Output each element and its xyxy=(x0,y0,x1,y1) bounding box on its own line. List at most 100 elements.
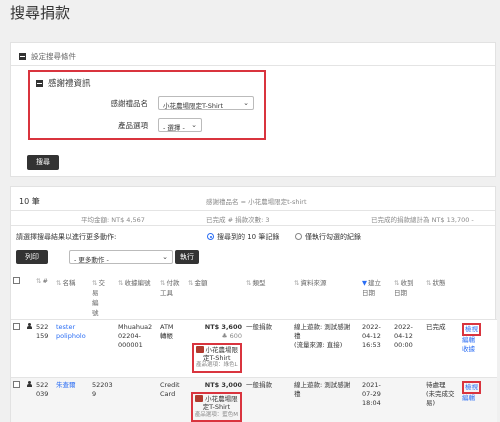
row-amount-cell: NT$ 3,000 小花農場限 定T-Shirt 產品選項：藍色M xyxy=(186,377,244,422)
row-person-cell xyxy=(23,377,34,422)
row-actions: 檢視 編輯 收據 xyxy=(460,319,497,378)
row-receipt xyxy=(116,377,158,422)
row-receipt: Mhuahua2 02204- 000001 xyxy=(116,319,158,378)
sort-icon: ⇅ xyxy=(394,279,400,287)
radio-selected-icon[interactable] xyxy=(207,233,214,240)
bulk-action-prompt: 請選擇搜尋結果以進行更多動作: xyxy=(16,233,117,241)
view-link[interactable]: 檢視 xyxy=(465,383,478,391)
col-pay[interactable]: ⇅付款 工具 xyxy=(158,275,186,320)
row-id: 522 159 xyxy=(34,319,54,378)
table-row: 522 039 朱查爾 52203 9 Credit Card NT$ 3,00… xyxy=(11,377,497,422)
collapse-icon[interactable] xyxy=(19,53,26,60)
col-amount[interactable]: ⇅金額 xyxy=(186,275,244,320)
gift-option: 產品選項：綠色L xyxy=(195,362,238,369)
row-amount-cell: NT$ 3,600 ♣ 600 小花農場限 定T-Shirt 產品選項：綠色L xyxy=(186,319,244,378)
gift-option: 產品選項：藍色M xyxy=(194,411,238,418)
sort-icon: ⇅ xyxy=(294,279,300,287)
person-icon xyxy=(27,323,32,330)
completed-count: 已完成 # 捐款次數: 3 xyxy=(206,216,270,224)
gift-name-value: 小花農場限定T-Shirt xyxy=(163,102,223,110)
edit-link[interactable]: 編輯 xyxy=(462,336,475,344)
row-select-cell xyxy=(11,377,23,422)
col-source[interactable]: ⇅資料來源 xyxy=(292,275,360,320)
result-count: 10 筆 xyxy=(19,197,40,206)
col-actions xyxy=(460,275,497,320)
row-received: 2022- 04-12 00:00 xyxy=(392,319,424,378)
chevron-down-icon: ⌄ xyxy=(191,121,197,129)
results-panel: 10 筆 感謝禮品名 = 小花農場限定t-shirt 平均金額: NT$ 4,5… xyxy=(10,186,497,422)
execute-button[interactable]: 執行 xyxy=(175,250,199,264)
search-criteria-title: 設定搜尋條件 xyxy=(31,52,76,61)
collapse-icon[interactable] xyxy=(36,79,43,87)
divider xyxy=(11,225,495,226)
sort-icon: ⇅ xyxy=(118,279,124,287)
row-tx: 52203 9 xyxy=(90,377,116,422)
gift-info-box: 感謝禮資訊 感謝禮品名 小花農場限定T-Shirt ⌄ 產品選項 - 選擇 - … xyxy=(28,70,266,140)
receipt-link[interactable]: 收據 xyxy=(462,345,475,353)
gift-name: 小花農場限 定T-Shirt xyxy=(203,345,238,362)
radio-checked-label: 僅執行勾選的紀錄 xyxy=(305,233,361,241)
row-type: 一般捐款 xyxy=(244,377,292,422)
edit-link[interactable]: 編輯 xyxy=(462,394,475,402)
sort-icon: ⇅ xyxy=(160,279,166,287)
table-row: 522 159 tester polipholo Mhuahua2 02204-… xyxy=(11,319,497,378)
chevron-down-icon: ⌄ xyxy=(243,99,249,107)
table-header-row: ⇅# ⇅名稱 ⇅交 易 編 號 ⇅收據編號 ⇅付款 工具 ⇅金額 ⇅類型 ⇅資料… xyxy=(11,275,497,320)
sort-icon: ⇅ xyxy=(188,279,194,287)
select-all-header xyxy=(11,275,23,320)
donor-name-link[interactable]: tester polipholo xyxy=(54,319,90,378)
row-created: 2022- 04-12 16:53 xyxy=(360,319,392,378)
col-status[interactable]: ⇅狀態 xyxy=(424,275,460,320)
row-id: 522 039 xyxy=(34,377,54,422)
chevron-down-icon: ⌄ xyxy=(162,253,168,261)
row-tx xyxy=(90,319,116,378)
product-option-select[interactable]: - 選擇 - ⌄ xyxy=(158,118,202,132)
gift-icon xyxy=(195,394,204,402)
col-created[interactable]: ▼建立 日期 xyxy=(360,275,392,320)
more-actions-select[interactable]: - 更多動作 - ⌄ xyxy=(69,250,173,264)
donor-name-link[interactable]: 朱查爾 xyxy=(54,377,90,422)
col-type[interactable]: ⇅類型 xyxy=(244,275,292,320)
row-source: 線上遊款: 測試感謝 禮 xyxy=(292,377,360,422)
gift-info-title: 感謝禮資訊 xyxy=(48,79,91,89)
print-button[interactable]: 列印 xyxy=(16,250,48,264)
row-status: 待處理 (未完成交 易) xyxy=(424,377,460,422)
radio-icon[interactable] xyxy=(295,233,302,240)
row-status: 已完成 xyxy=(424,319,460,378)
row-checkbox[interactable] xyxy=(13,323,20,330)
gift-name: 小花農場限 定T-Shirt xyxy=(202,394,238,412)
product-option-value: - 選擇 - xyxy=(163,124,185,132)
person-header xyxy=(23,275,34,320)
col-num[interactable]: ⇅# xyxy=(34,275,54,320)
row-created: 2021- 07-29 18:04 xyxy=(360,377,392,422)
col-received[interactable]: ⇅收到 日期 xyxy=(392,275,424,320)
sort-icon: ⇅ xyxy=(92,279,98,287)
row-amount: NT$ 3,600 xyxy=(204,323,242,331)
gift-info-header[interactable]: 感謝禮資訊 xyxy=(36,77,91,89)
row-source: 線上遊款: 測試感謝 禮 (流量來源: 直接) xyxy=(292,319,360,378)
radio-all-records[interactable]: 搜尋到的 10 筆記錄 xyxy=(207,232,279,242)
search-criteria-header[interactable]: 設定搜尋條件 xyxy=(19,51,76,62)
person-icon xyxy=(27,381,32,388)
sort-icon: ⇅ xyxy=(56,279,62,287)
divider xyxy=(11,210,495,211)
gift-name-select[interactable]: 小花農場限定T-Shirt ⌄ xyxy=(158,96,254,110)
more-actions-value: - 更多動作 - xyxy=(74,256,109,264)
completed-total: 已完成的捐款總計為 NT$ 13,700 - xyxy=(371,216,474,224)
row-person-cell xyxy=(23,319,34,378)
view-link-box: 檢視 xyxy=(462,381,481,394)
row-checkbox[interactable] xyxy=(13,381,20,388)
sort-icon: ⇅ xyxy=(36,277,42,285)
col-tx[interactable]: ⇅交 易 編 號 xyxy=(90,275,116,320)
sort-desc-icon: ▼ xyxy=(362,279,367,287)
col-name[interactable]: ⇅名稱 xyxy=(54,275,90,320)
search-criteria-panel: 設定搜尋條件 感謝禮資訊 感謝禮品名 小花農場限定T-Shirt ⌄ 產品選項 … xyxy=(10,42,496,177)
gift-name-label: 感謝禮品名 xyxy=(110,99,149,108)
gift-badge: 小花農場限 定T-Shirt 產品選項：藍色M xyxy=(190,391,242,422)
row-select-cell xyxy=(11,319,23,378)
view-link[interactable]: 檢視 xyxy=(465,325,478,333)
radio-checked-records[interactable]: 僅執行勾選的紀錄 xyxy=(295,232,361,242)
col-receipt[interactable]: ⇅收據編號 xyxy=(116,275,158,320)
search-button[interactable]: 搜尋 xyxy=(27,155,59,170)
select-all-checkbox[interactable] xyxy=(13,277,20,284)
